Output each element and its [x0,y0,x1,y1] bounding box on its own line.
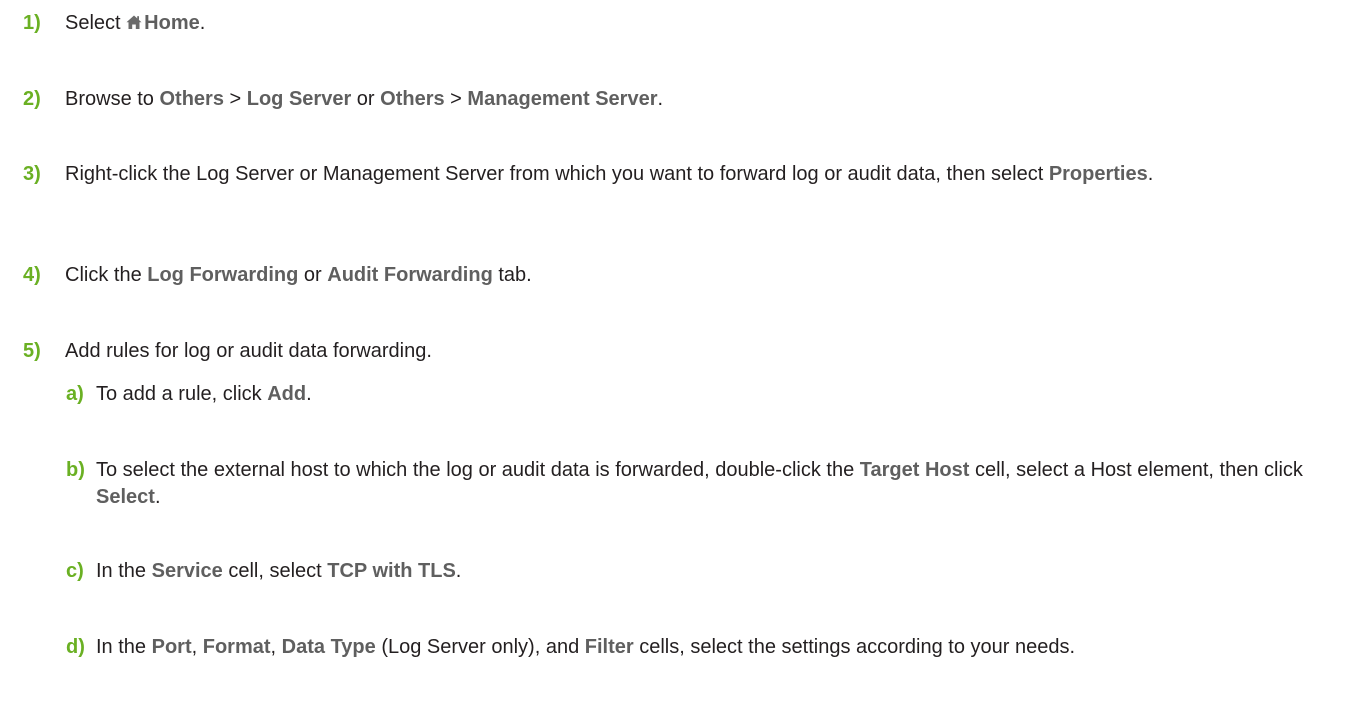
step-text: Add rules for log or audit data forwardi… [65,338,1335,365]
substep-letter: c) [66,560,84,582]
step-text-segment: Select [65,12,127,34]
ui-term-format: Format [202,636,271,658]
ui-term-data-type: Data Type [281,636,376,658]
step-number: 1) [23,12,41,34]
step-number: 3) [23,163,41,185]
step-text-segment: . [306,383,312,405]
ui-term-log-server: Log Server [246,88,352,110]
step-text-segment: To select the external host to which the… [96,459,860,481]
step-text-segment: . [657,88,664,110]
ui-term-tcp-with-tls: TCP with TLS [327,560,456,582]
step-number: 5) [23,340,41,362]
substep-text: In the Port, Format, Data Type (Log Serv… [96,634,1346,661]
ui-term-service: Service [151,560,223,582]
step-text-segment: In the [96,636,152,658]
substep-text: To add a rule, click Add. [96,381,1346,408]
step-text-segment: > [444,88,468,110]
step-text-segment: Browse to [65,88,160,110]
substep-letter: a) [66,383,84,405]
step-text: Select Home. [65,10,1335,37]
step-text-segment: , [191,636,203,658]
step-text-segment: Right-click the Log Server or Management… [65,163,1049,185]
ui-term-management-server: Management Server [467,88,658,110]
step-text-segment: (Log Server only), and [375,636,585,658]
ui-term-audit-forwarding: Audit Forwarding [327,264,493,286]
ui-term-label: Home [144,12,200,34]
substep-letter: d) [66,636,85,658]
step-number: 4) [23,264,41,286]
step-text-segment: . [1147,163,1154,185]
step-text-segment: cell, select [222,560,328,582]
step-text-segment: . [455,560,462,582]
substep-text: To select the external host to which the… [96,457,1346,511]
ui-term-target-host: Target Host [859,459,970,481]
step-text-segment: > [223,88,247,110]
step-text-segment: tab. [492,264,532,286]
home-icon [126,15,142,29]
substep-letter: b) [66,459,85,481]
step-number: 2) [23,88,41,110]
ui-term-filter: Filter [584,636,634,658]
step-text-segment: In the [96,560,152,582]
step-text-segment: cells, select the settings according to … [633,636,1076,658]
ui-term-select: Select [96,486,155,508]
ui-term-log-forwarding: Log Forwarding [147,264,299,286]
step-text-segment: . [199,12,206,34]
ui-term-others: Others [159,88,224,110]
step-text-segment: or [351,88,381,110]
step-text-segment: , [270,636,282,658]
ui-term-others: Others [380,88,445,110]
substep-text: In the Service cell, select TCP with TLS… [96,558,1346,585]
ui-term-add: Add [267,383,307,405]
step-text-segment: or [298,264,328,286]
step-text: Click the Log Forwarding or Audit Forwar… [65,262,1335,289]
step-text: Right-click the Log Server or Management… [65,161,1335,188]
step-text-segment: Click the [65,264,148,286]
step-text-segment: To add a rule, click [96,383,268,405]
ui-term-home: Home [126,12,200,34]
ui-term-port: Port [151,636,192,658]
step-text-segment: . [154,486,161,508]
ui-term-properties: Properties [1048,163,1148,185]
step-text: Browse to Others > Log Server or Others … [65,86,1335,113]
step-text-segment: cell, select a Host element, then click [969,459,1303,481]
step-text-segment: Add rules for log or audit data forwardi… [65,340,432,362]
